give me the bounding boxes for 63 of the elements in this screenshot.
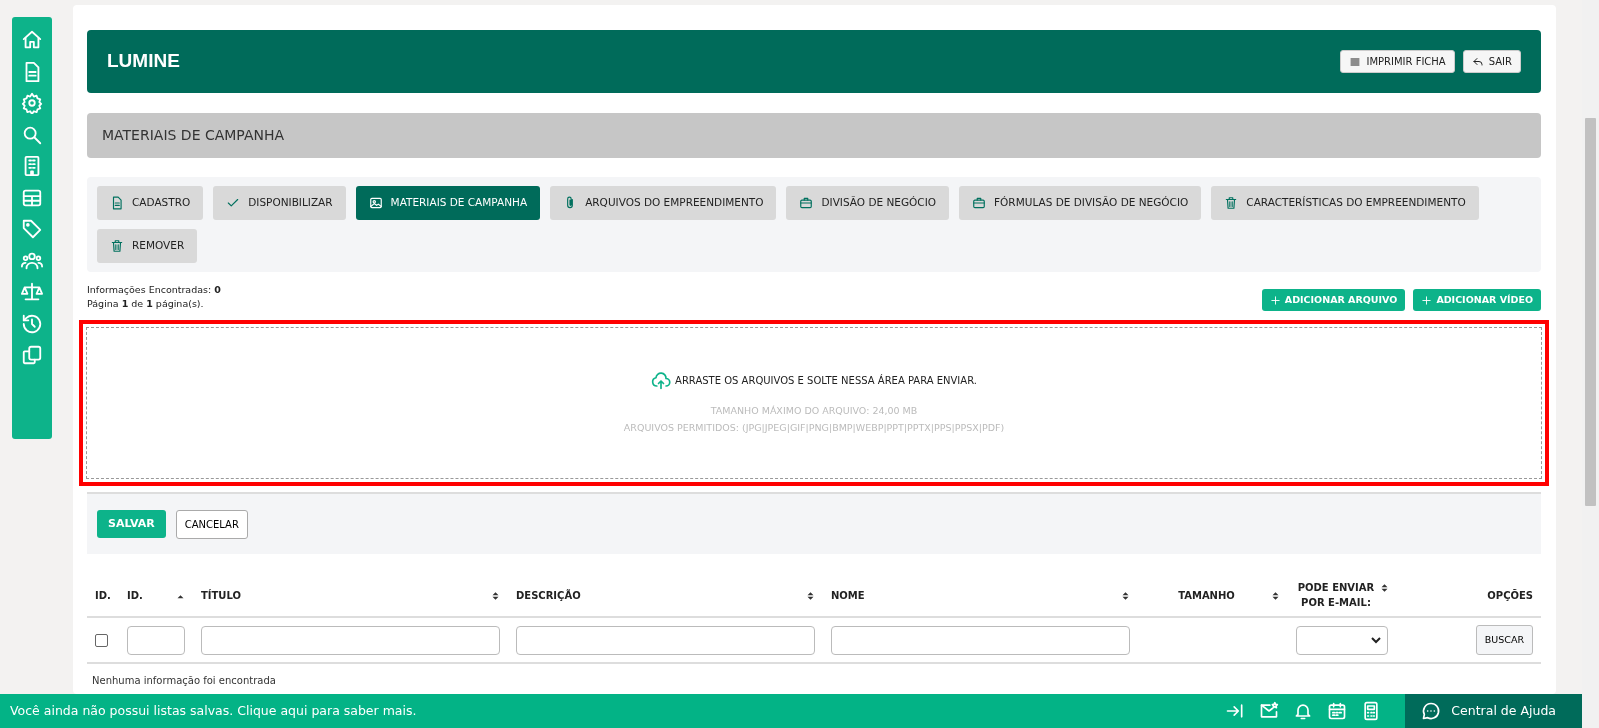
filter-field[interactable] [201,625,500,655]
filter-field[interactable] [516,625,815,655]
filter-field[interactable] [831,625,1130,655]
cancel-button[interactable]: CANCELAR [175,509,248,539]
tab[interactable]: DISPONIBILIZAR [213,186,346,220]
app-title: LUMINE [107,49,180,74]
tab[interactable]: ARQUIVOS DO EMPREENDIMENTO [550,186,777,220]
header-button[interactable]: IMPRIMIR FICHA [1340,50,1455,73]
document-icon [110,196,124,210]
sort-icon[interactable] [806,590,815,601]
max-size-note: TAMANHO MÁXIMO DO ARQUIVO: 24,00 MB [710,403,918,418]
column-header[interactable]: NOME [831,587,865,603]
sort-icon[interactable] [1271,590,1280,601]
history-icon[interactable] [21,312,43,335]
sort-icon[interactable] [491,590,500,601]
column-header[interactable]: PODE ENVIAR POR E-MAIL: [1296,580,1376,610]
upload-icon [651,370,672,391]
copy-icon[interactable] [21,344,43,366]
trash-icon [110,239,124,253]
empty-message: Nenhuma informação foi encontrada [91,674,277,688]
tab[interactable]: DIVISÃO DE NEGÓCIO [786,186,950,220]
sort-icon[interactable] [1380,583,1389,593]
tag-icon[interactable] [21,218,43,240]
chat-icon [1421,701,1442,721]
search-button[interactable]: BUSCAR [1475,624,1533,656]
column-header[interactable]: ID. [95,587,111,603]
column-header[interactable]: TÍTULO [201,587,241,603]
trash-icon [1224,196,1239,210]
reply-icon [1471,55,1484,68]
image-icon [368,196,383,210]
filter-field[interactable] [127,625,185,655]
filter-dropdown[interactable] [1296,625,1388,655]
briefcase-icon [972,196,987,210]
results-count: Informações Encontradas: 0 [87,283,221,297]
mail-star-icon[interactable] [1259,701,1280,721]
calendar-icon[interactable] [1327,701,1348,721]
section-title: MATERIAIS DE CAMPANHA [87,113,1541,158]
briefcase-icon [799,196,814,210]
settings-icon[interactable] [21,92,43,114]
check-icon [226,196,241,210]
scale-icon[interactable] [21,281,43,303]
sort-icon[interactable] [1121,590,1130,601]
upload-dropzone[interactable]: ARRASTE OS ARQUIVOS E SOLTE NESSA ÁREA PARA ENVIAR. TAMANHO MÁXIMO DO ARQUIVO: 24,00 MB ARQUIVOS PERMITIDOS: (JPG|JPEG|GIF|PNG|BMP|WEBP|PPT|PPTX|PPS|PPSX|PDF) [79,320,1549,486]
tab[interactable]: CADASTRO [97,186,204,220]
upload-instruction: ARRASTE OS ARQUIVOS E SOLTE NESSA ÁREA PARA ENVIAR. [675,373,977,389]
collapse-icon[interactable] [1225,701,1246,721]
column-header[interactable]: ID. [127,587,143,603]
column-header[interactable]: TAMANHO [1146,587,1267,603]
tab[interactable]: FÓRMULAS DE DIVISÃO DE NEGÓCIO [959,186,1202,220]
tab[interactable]: REMOVER [97,229,198,263]
tab[interactable]: CARACTERÍSTICAS DO EMPREENDIMENTO [1211,186,1479,220]
home-icon[interactable] [21,29,43,51]
checkbox[interactable] [95,633,108,647]
header-button[interactable]: SAIR [1462,50,1521,73]
tab[interactable]: MATERIAIS DE CAMPANHA [355,186,541,220]
plus-icon [1421,294,1433,306]
column-header[interactable]: OPÇÕES [1487,587,1533,603]
allowed-types-note: ARQUIVOS PERMITIDOS: (JPG|JPEG|GIF|PNG|BMP|WEBP|PPT|PPTX|PPS|PPSX|PDF) [623,421,1005,435]
plus-icon [1269,294,1281,306]
help-center-button[interactable]: Central de Ajuda [1405,694,1582,728]
chevron-down-icon [1371,636,1381,644]
column-header[interactable]: DESCRIÇÃO [516,587,581,603]
page-info: Página 1 de 1 página(s). [87,297,205,311]
